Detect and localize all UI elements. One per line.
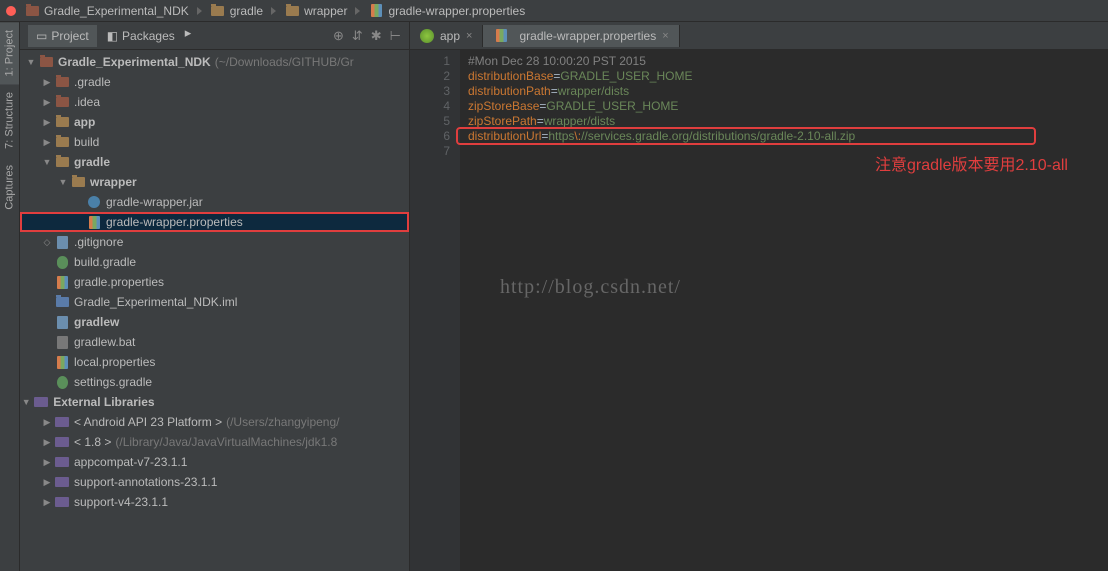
line-gutter: 1234567: [410, 50, 460, 571]
tree-item[interactable]: ▶.gradle: [20, 72, 409, 92]
editor-area: app × gradle-wrapper.properties × 123456…: [410, 22, 1108, 571]
chevron-right-icon: [355, 7, 360, 15]
breadcrumb-item[interactable]: gradle-wrapper.properties: [364, 2, 529, 20]
annotation-text: 注意gradle版本要用2.10-all: [875, 158, 1068, 173]
tree-item[interactable]: settings.gradle: [20, 372, 409, 392]
hide-icon[interactable]: ⊢: [390, 28, 401, 44]
tree-item[interactable]: ▶< Android API 23 Platform >(/Users/zhan…: [20, 412, 409, 432]
tree-item[interactable]: gradle-wrapper.properties: [20, 212, 409, 232]
editor-tabs: app × gradle-wrapper.properties ×: [410, 22, 1108, 50]
tree-item[interactable]: local.properties: [20, 352, 409, 372]
project-tree[interactable]: ▼Gradle_Experimental_NDK(~/Downloads/GIT…: [20, 50, 409, 571]
properties-icon: [493, 29, 509, 43]
breadcrumb-item[interactable]: gradle: [206, 2, 267, 20]
chevron-right-icon: [197, 7, 202, 15]
project-tool-button[interactable]: 1: Project: [0, 22, 19, 84]
tree-item[interactable]: ▼wrapper: [20, 172, 409, 192]
chevron-right-icon: [271, 7, 276, 15]
editor-tab-properties[interactable]: gradle-wrapper.properties ×: [483, 25, 679, 47]
gear-icon[interactable]: ✱: [371, 28, 382, 44]
tab-label: app: [440, 29, 460, 43]
tree-item[interactable]: Gradle_Experimental_NDK.iml: [20, 292, 409, 312]
tree-item[interactable]: ▶app: [20, 112, 409, 132]
tree-item[interactable]: ▶support-annotations-23.1.1: [20, 472, 409, 492]
breadcrumb-item[interactable]: Gradle_Experimental_NDK: [20, 2, 193, 20]
close-icon[interactable]: ×: [466, 30, 472, 42]
code-content[interactable]: #Mon Dec 28 10:00:20 PST 2015distributio…: [460, 50, 1108, 571]
tree-item[interactable]: ▶support-v4-23.1.1: [20, 492, 409, 512]
watermark: http://blog.csdn.net/: [500, 280, 681, 295]
target-icon[interactable]: ⊕: [333, 28, 344, 44]
tree-item[interactable]: gradlew.bat: [20, 332, 409, 352]
tree-item[interactable]: ▶appcompat-v7-23.1.1: [20, 452, 409, 472]
left-toolbar: 1: Project 7: Structure Captures: [0, 22, 20, 571]
captures-tool-button[interactable]: Captures: [0, 157, 19, 218]
tree-item[interactable]: ▶.idea: [20, 92, 409, 112]
tree-item[interactable]: gradlew: [20, 312, 409, 332]
tree-item[interactable]: gradle-wrapper.jar: [20, 192, 409, 212]
main-area: 1: Project 7: Structure Captures ▭Projec…: [0, 22, 1108, 571]
tree-item[interactable]: ▶build: [20, 132, 409, 152]
project-icon: ▭: [36, 29, 47, 43]
collapse-icon[interactable]: ⇵: [352, 28, 363, 44]
close-icon[interactable]: ×: [662, 30, 668, 42]
tree-item[interactable]: ◇.gitignore: [20, 232, 409, 252]
packages-icon: ◧: [107, 29, 118, 43]
project-panel: ▭Project ◧Packages ▸ ⊕ ⇵ ✱ ⊢ ▼Gradle_Exp…: [20, 22, 410, 571]
tree-item[interactable]: build.gradle: [20, 252, 409, 272]
project-tab[interactable]: ▭Project: [28, 25, 97, 47]
breadcrumb-item[interactable]: wrapper: [280, 2, 351, 20]
tree-item[interactable]: ▼gradle: [20, 152, 409, 172]
highlight-annotation: [456, 127, 1036, 145]
packages-tab[interactable]: ◧Packages: [99, 25, 183, 47]
tree-item[interactable]: ▼Gradle_Experimental_NDK(~/Downloads/GIT…: [20, 52, 409, 72]
structure-tool-button[interactable]: 7: Structure: [0, 84, 19, 157]
tree-item[interactable]: ▶< 1.8 >(/Library/Java/JavaVirtualMachin…: [20, 432, 409, 452]
panel-header: ▭Project ◧Packages ▸ ⊕ ⇵ ✱ ⊢: [20, 22, 409, 50]
editor-body[interactable]: 1234567 #Mon Dec 28 10:00:20 PST 2015dis…: [410, 50, 1108, 571]
tree-item[interactable]: gradle.properties: [20, 272, 409, 292]
close-icon[interactable]: [6, 6, 16, 16]
breadcrumb: Gradle_Experimental_NDK gradle wrapper g…: [0, 0, 1108, 22]
app-icon: [420, 29, 434, 43]
chevron-right-icon[interactable]: ▸: [185, 25, 192, 47]
editor-tab-app[interactable]: app ×: [410, 25, 483, 47]
tree-item[interactable]: ▼External Libraries: [20, 392, 409, 412]
tab-label: gradle-wrapper.properties: [519, 29, 656, 43]
